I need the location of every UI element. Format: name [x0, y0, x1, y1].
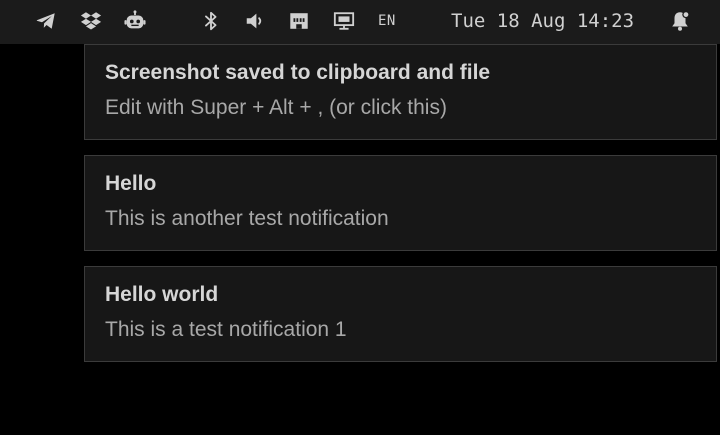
notification-summary: Screenshot saved to clipboard and file — [105, 61, 491, 84]
network-icon[interactable] — [288, 10, 310, 32]
notification-body: This is another test notification — [105, 207, 389, 230]
notification-card[interactable]: Hello This is another test notification — [84, 155, 717, 251]
notification-card[interactable]: Screenshot saved to clipboard and file E… — [84, 44, 717, 140]
clock[interactable]: Tue 18 Aug 14:23 — [451, 10, 634, 32]
notification-summary: Hello world — [105, 283, 219, 306]
notification-body: This is a test notification 1 — [105, 318, 347, 341]
dropbox-icon[interactable] — [80, 10, 102, 32]
display-icon[interactable] — [333, 10, 355, 32]
notification-card[interactable]: Hello world This is a test notification … — [84, 266, 717, 362]
volume-icon[interactable] — [244, 10, 266, 32]
telegram-icon[interactable] — [35, 10, 57, 32]
top-bar: EN Tue 18 Aug 14:23 — [0, 0, 720, 44]
robot-icon[interactable] — [124, 10, 146, 32]
bell-icon[interactable] — [669, 10, 691, 32]
notification-summary: Hello — [105, 172, 157, 195]
bluetooth-icon[interactable] — [200, 10, 222, 32]
keyboard-layout-indicator[interactable]: EN — [378, 13, 396, 29]
notification-body: Edit with Super + Alt + , (or click this… — [105, 96, 447, 119]
